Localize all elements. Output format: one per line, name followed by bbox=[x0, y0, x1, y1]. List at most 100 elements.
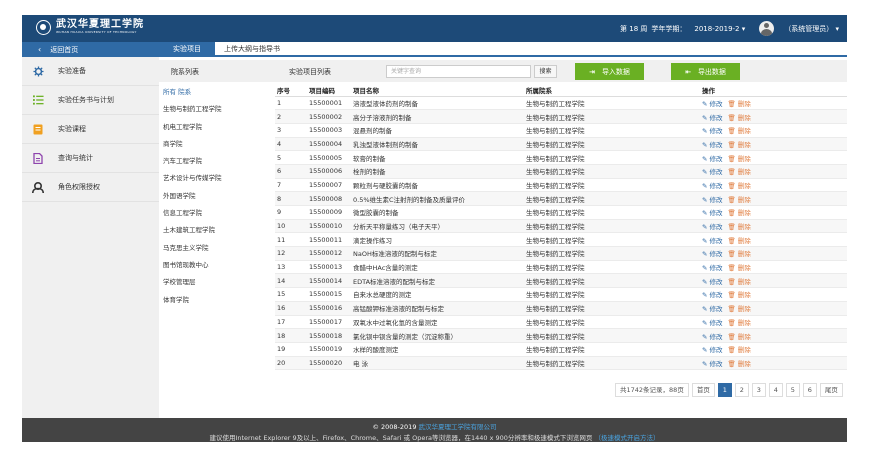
delete-button[interactable]: 🗑 删除 bbox=[728, 344, 751, 354]
delete-button[interactable]: 🗑 删除 bbox=[728, 153, 751, 163]
delete-button[interactable]: 🗑 删除 bbox=[728, 317, 751, 327]
edit-button[interactable]: ✎ 修改 bbox=[702, 248, 723, 258]
company-link[interactable]: 武汉华夏理工学院有限公司 bbox=[419, 423, 497, 431]
project-code: 15500014 bbox=[309, 276, 343, 285]
project-name: 食醋中HAc含量的测定 bbox=[353, 264, 418, 273]
edit-button[interactable]: ✎ 修改 bbox=[702, 153, 723, 163]
edit-button[interactable]: ✎ 修改 bbox=[702, 125, 723, 135]
delete-button[interactable]: 🗑 删除 bbox=[728, 125, 751, 135]
edit-button[interactable]: ✎ 修改 bbox=[702, 317, 723, 327]
dept-item[interactable]: 图书馆现教中心 bbox=[159, 257, 271, 274]
delete-button[interactable]: 🗑 删除 bbox=[728, 112, 751, 122]
row-actions: ✎ 修改 🗑 删除 bbox=[702, 235, 847, 245]
table-row: 4 15500004 乳浊型液体制剂的制备 生物与制药工程学院 ✎ 修改 🗑 删除 bbox=[275, 137, 847, 152]
page-button-4[interactable]: 4 bbox=[768, 383, 783, 397]
dept-item[interactable]: 外国语学院 bbox=[159, 188, 271, 205]
edit-button[interactable]: ✎ 修改 bbox=[702, 194, 723, 204]
project-name: 微型胶囊的制备 bbox=[353, 209, 399, 218]
delete-button[interactable]: 🗑 删除 bbox=[728, 276, 751, 286]
project-name: 高分子溶液剂的制备 bbox=[353, 113, 412, 122]
sidebar-item-query-stats[interactable]: 查询与统计 bbox=[22, 144, 159, 173]
dept-item[interactable]: 学校管理层 bbox=[159, 274, 271, 291]
row-index: 15 bbox=[277, 290, 286, 299]
table-row: 9 15500009 微型胶囊的制备 生物与制药工程学院 ✎ 修改 🗑 删除 bbox=[275, 206, 847, 220]
tab-upload-syllabus[interactable]: 上传大纲与指导书 bbox=[224, 42, 280, 57]
dept-item[interactable]: 马克思主义学院 bbox=[159, 240, 271, 257]
project-department: 生物与制药工程学院 bbox=[526, 291, 585, 300]
edit-button[interactable]: ✎ 修改 bbox=[702, 276, 723, 286]
project-name: 氯化钡中钡含量的测定（沉淀称重） bbox=[353, 332, 457, 341]
logo-title: 武汉华夏理工学院 bbox=[56, 19, 144, 30]
import-button[interactable]: ⇥ 导入数据 bbox=[575, 63, 644, 80]
edit-button[interactable]: ✎ 修改 bbox=[702, 112, 723, 122]
delete-button[interactable]: 🗑 删除 bbox=[728, 235, 751, 245]
speed-mode-link[interactable]: （极速模式开启方法） bbox=[595, 434, 660, 442]
sidebar-item-label: 实验课程 bbox=[58, 125, 86, 133]
sidebar-item-label: 查询与统计 bbox=[58, 154, 93, 162]
last-page-button[interactable]: 尾页 bbox=[819, 383, 843, 397]
dept-item[interactable]: 信息工程学院 bbox=[159, 205, 271, 222]
delete-button[interactable]: 🗑 删除 bbox=[728, 194, 751, 204]
delete-button[interactable]: 🗑 删除 bbox=[728, 262, 751, 272]
edit-button[interactable]: ✎ 修改 bbox=[702, 180, 723, 190]
project-name: 混悬剂的制备 bbox=[353, 127, 392, 136]
user-menu[interactable]: （系统管理员） ▾ bbox=[784, 24, 839, 34]
edit-button[interactable]: ✎ 修改 bbox=[702, 166, 723, 176]
delete-button[interactable]: 🗑 删除 bbox=[728, 289, 751, 299]
page-summary: 共1742条记录，88页 bbox=[615, 383, 689, 397]
dept-item-all[interactable]: 所有 院系 bbox=[159, 84, 271, 101]
delete-button[interactable]: 🗑 删除 bbox=[728, 180, 751, 190]
page-button-1[interactable]: 1 bbox=[717, 383, 732, 397]
edit-button[interactable]: ✎ 修改 bbox=[702, 289, 723, 299]
delete-button[interactable]: 🗑 删除 bbox=[728, 98, 751, 108]
page-button-6[interactable]: 6 bbox=[802, 383, 817, 397]
dept-item[interactable]: 汽车工程学院 bbox=[159, 153, 271, 170]
sidebar-item-task-plan[interactable]: 实验任务书与计划 bbox=[22, 86, 159, 115]
row-index: 13 bbox=[277, 263, 286, 272]
edit-button[interactable]: ✎ 修改 bbox=[702, 98, 723, 108]
edit-button[interactable]: ✎ 修改 bbox=[702, 221, 723, 231]
list-icon bbox=[32, 94, 44, 106]
university-logo[interactable]: 武汉华夏理工学院 WUHAN HUAXIA UNIVERSITY OF TECH… bbox=[36, 19, 144, 35]
delete-button[interactable]: 🗑 删除 bbox=[728, 331, 751, 341]
dept-item[interactable]: 土木建筑工程学院 bbox=[159, 222, 271, 239]
sidebar-item-role-auth[interactable]: 角色权限授权 bbox=[22, 173, 159, 202]
row-index: 10 bbox=[277, 222, 286, 231]
delete-button[interactable]: 🗑 删除 bbox=[728, 248, 751, 258]
sidebar-item-lab-course[interactable]: 实验课程 bbox=[22, 115, 159, 144]
edit-button[interactable]: ✎ 修改 bbox=[702, 235, 723, 245]
row-actions: ✎ 修改 🗑 删除 bbox=[702, 303, 847, 313]
search-input[interactable] bbox=[386, 65, 531, 78]
term-selector[interactable]: 2018-2019-2 ▾ bbox=[694, 25, 745, 33]
delete-button[interactable]: 🗑 删除 bbox=[728, 207, 751, 217]
column-header-dept: 所属院系 bbox=[526, 86, 552, 95]
delete-button[interactable]: 🗑 删除 bbox=[728, 139, 751, 149]
page-button-2[interactable]: 2 bbox=[734, 383, 749, 397]
edit-button[interactable]: ✎ 修改 bbox=[702, 207, 723, 217]
edit-button[interactable]: ✎ 修改 bbox=[702, 331, 723, 341]
dept-item[interactable]: 机电工程学院 bbox=[159, 119, 271, 136]
back-home-button[interactable]: ‹ 返回首页 bbox=[22, 42, 159, 57]
first-page-button[interactable]: 首页 bbox=[691, 383, 715, 397]
edit-button[interactable]: ✎ 修改 bbox=[702, 344, 723, 354]
table-row: 10 15500010 分析天平称量练习（电子天平） 生物与制药工程学院 ✎ 修改 🗑 删… bbox=[275, 219, 847, 234]
search-button[interactable]: 搜索 bbox=[534, 65, 557, 78]
edit-button[interactable]: ✎ 修改 bbox=[702, 303, 723, 313]
tab-lab-projects[interactable]: 实验项目 bbox=[159, 42, 215, 57]
edit-button[interactable]: ✎ 修改 bbox=[702, 139, 723, 149]
dept-item[interactable]: 商学院 bbox=[159, 136, 271, 153]
delete-button[interactable]: 🗑 删除 bbox=[728, 166, 751, 176]
delete-button[interactable]: 🗑 删除 bbox=[728, 303, 751, 313]
sidebar-item-lab-prep[interactable]: 实验准备 bbox=[22, 57, 159, 86]
page-button-3[interactable]: 3 bbox=[751, 383, 766, 397]
delete-button[interactable]: 🗑 删除 bbox=[728, 358, 751, 368]
dept-item[interactable]: 艺术设计与传媒学院 bbox=[159, 170, 271, 187]
dept-item[interactable]: 体育学院 bbox=[159, 292, 271, 309]
delete-button[interactable]: 🗑 删除 bbox=[728, 221, 751, 231]
page-button-5[interactable]: 5 bbox=[785, 383, 800, 397]
export-button[interactable]: ⇤ 导出数据 bbox=[671, 63, 740, 80]
edit-button[interactable]: ✎ 修改 bbox=[702, 262, 723, 272]
dept-item[interactable]: 生物与制药工程学院 bbox=[159, 101, 271, 118]
edit-button[interactable]: ✎ 修改 bbox=[702, 358, 723, 368]
avatar[interactable] bbox=[759, 21, 775, 36]
